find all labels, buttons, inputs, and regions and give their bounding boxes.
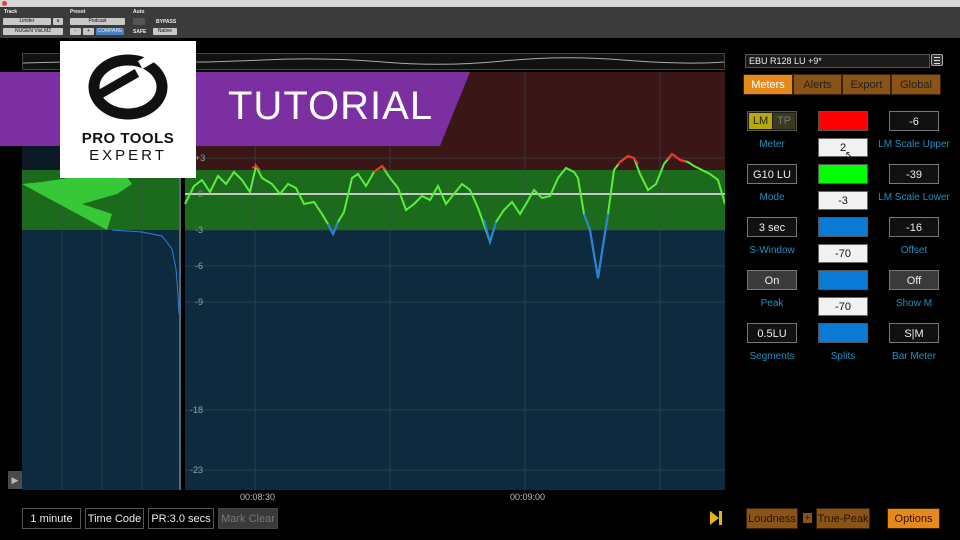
link-plus-button[interactable]: + (803, 513, 812, 523)
mode-select[interactable]: G10 LU (747, 164, 797, 184)
time-axis: 00:08:30 00:09:00 (22, 490, 725, 504)
y-tick-0: 0 (198, 189, 203, 199)
meter-lm-option[interactable]: LM (749, 113, 772, 129)
lm-scale-upper-field[interactable]: -6 (889, 111, 939, 131)
split-value-2[interactable]: -3 (818, 191, 868, 210)
preset-field[interactable]: EBU R128 LU +9* (745, 54, 930, 68)
mode-label: Mode (759, 192, 785, 203)
lm-scale-lower-label: LM Scale Lower (878, 192, 950, 203)
true-peak-button[interactable]: True-Peak (816, 508, 870, 529)
y-tick-minus3: -3 (195, 225, 203, 235)
time-label-0900: 00:09:00 (510, 492, 546, 502)
tab-meters[interactable]: Meters (743, 74, 793, 95)
meter-selector[interactable]: LM TP (747, 111, 797, 131)
tab-global[interactable]: Global (891, 74, 941, 95)
tab-export[interactable]: Export (842, 74, 891, 95)
compare-button[interactable]: COMPARE (96, 28, 124, 35)
split-value-4[interactable]: -70 (818, 297, 868, 316)
split-value-3[interactable]: -70 (818, 244, 868, 263)
loudness-button[interactable]: Loudness (746, 508, 798, 529)
scroll-left-button[interactable]: ▶ (8, 471, 22, 489)
track-label: Track (4, 9, 18, 15)
histogram-below-zone (22, 230, 180, 490)
preset-menu-icon[interactable] (931, 54, 943, 66)
lm-scale-lower-field[interactable]: -39 (889, 164, 939, 184)
meter-tp-option[interactable]: TP (773, 113, 795, 129)
y-tick-minus6: -6 (195, 261, 203, 271)
s-window-label: S-Window (749, 245, 795, 256)
mouse-cursor-icon: ↖ (845, 150, 854, 161)
auto-label: Auto (133, 9, 145, 15)
brand-line-2: EXPERT (89, 147, 167, 164)
peak-label: Peak (760, 298, 784, 309)
split-color-1[interactable] (818, 111, 868, 131)
split-color-5[interactable] (818, 323, 868, 343)
preset-prev-button[interactable]: - (70, 28, 81, 35)
tab-alerts[interactable]: Alerts (793, 74, 842, 95)
preset-field-text: EBU R128 LU +9* (749, 56, 822, 66)
mark-clear-button[interactable]: Mark Clear (218, 508, 278, 529)
split-color-3[interactable] (818, 217, 868, 237)
track-select[interactable]: Limiter (3, 18, 51, 25)
plugin-select[interactable]: NUGEN VisLM2 (3, 28, 63, 35)
preset-next-button[interactable]: + (83, 28, 94, 35)
bypass-button[interactable]: BYPASS (156, 19, 176, 25)
offset-label: Offset (900, 245, 928, 256)
options-button[interactable]: Options (887, 508, 940, 529)
bar-meter-label: Bar Meter (892, 351, 936, 362)
y-tick-minus23: -23 (190, 465, 203, 475)
show-m-label: Show M (895, 298, 933, 309)
y-tick-plus3: +3 (195, 153, 205, 163)
split-color-4[interactable] (818, 270, 868, 290)
pro-tools-expert-logo: PRO TOOLS EXPERT (60, 41, 196, 178)
preset-label: Preset (70, 9, 86, 15)
y-tick-minus9: -9 (195, 297, 203, 307)
native-button[interactable]: Native (153, 28, 177, 35)
below-target-zone (185, 230, 725, 490)
s-window-select[interactable]: 3 sec (747, 217, 797, 237)
play-to-end-icon[interactable] (709, 510, 723, 526)
time-code-button[interactable]: Time Code (85, 508, 144, 529)
offset-field[interactable]: -16 (889, 217, 939, 237)
meter-label: Meter (759, 139, 785, 150)
close-window-icon[interactable] (2, 1, 7, 6)
show-m-toggle[interactable]: Off (889, 270, 939, 290)
lm-scale-upper-label: LM Scale Upper (878, 139, 950, 150)
plugin-host-header: Track Preset Auto Limiter a Podcast BYPA… (0, 7, 960, 39)
pr-button[interactable]: PR:3.0 secs (148, 508, 214, 529)
auto-button[interactable] (133, 18, 145, 25)
split-color-2[interactable] (818, 164, 868, 184)
safe-button[interactable]: SAFE (133, 29, 146, 35)
range-select-button[interactable]: 1 minute (22, 508, 81, 529)
preset-select[interactable]: Podcast (70, 18, 125, 25)
expert-e-logo-icon (88, 46, 169, 120)
segments-select[interactable]: 0.5LU (747, 323, 797, 343)
window-title-bar (0, 0, 960, 7)
y-tick-minus18: -18 (190, 405, 203, 415)
track-slot-select[interactable]: a (53, 18, 63, 25)
split-value-1[interactable]: 2 (818, 138, 868, 157)
bar-meter-select[interactable]: S|M (889, 323, 939, 343)
brand-line-1: PRO TOOLS (81, 130, 175, 147)
tutorial-title: TUTORIAL (228, 84, 434, 128)
time-label-0830: 00:08:30 (240, 492, 276, 502)
target-zone (185, 170, 725, 230)
peak-toggle[interactable]: On (747, 270, 797, 290)
